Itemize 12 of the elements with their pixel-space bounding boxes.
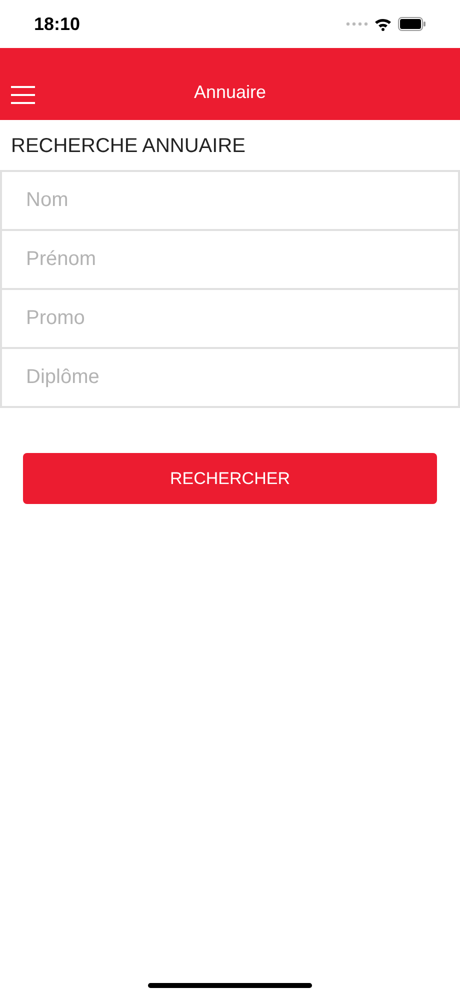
input-field[interactable]: Prénom: [0, 231, 460, 290]
header-title: Annuaire: [194, 81, 266, 104]
battery-icon: [398, 17, 426, 31]
menu-button[interactable]: [11, 86, 35, 104]
signal-dots-icon: [346, 22, 368, 26]
wifi-icon: [374, 17, 392, 31]
section-title: RECHERCHE ANNUAIRE: [10, 134, 246, 159]
status-time: 18:10: [34, 12, 80, 36]
input-field[interactable]: Nom: [0, 172, 460, 231]
search-button[interactable]: RECHERCHER: [23, 453, 437, 504]
input-field[interactable]: Promo: [0, 290, 460, 349]
input-field[interactable]: Diplôme: [0, 349, 460, 408]
